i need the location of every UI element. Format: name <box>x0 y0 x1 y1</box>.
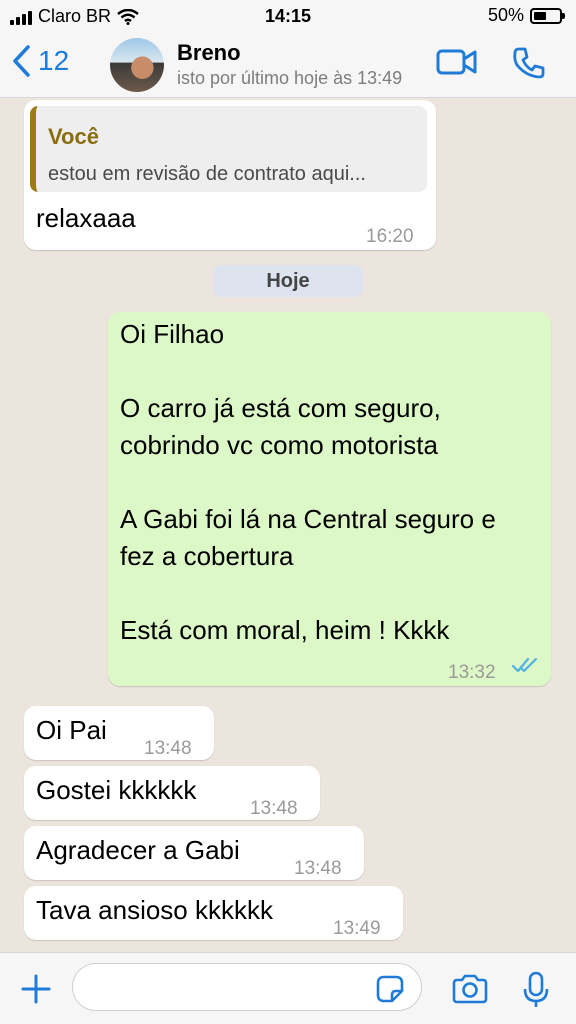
message-text: Agradecer a Gabi <box>36 835 240 865</box>
message-time: 16:20 <box>366 226 414 247</box>
quote-text: estou em revisão de contrato aqui... <box>48 163 366 185</box>
message-line: O carro já está com seguro, <box>120 393 441 423</box>
incoming-message[interactable]: Agradecer a Gabi 13:48 <box>24 826 364 880</box>
phone-call-icon[interactable] <box>512 46 546 80</box>
message-line: cobrindo vc como motorista <box>120 430 438 460</box>
message-time: 13:48 <box>250 798 298 819</box>
battery-percent: 50% <box>487 5 524 25</box>
double-check-icon <box>511 657 538 673</box>
plus-icon[interactable] <box>20 973 52 1005</box>
sticker-icon[interactable] <box>374 973 406 1005</box>
unread-count: 12 <box>38 45 70 76</box>
message-list[interactable]: Você estou em revisão de contrato aqui..… <box>0 98 576 952</box>
message-text: Oi Pai <box>36 715 107 745</box>
status-right: 50% <box>487 5 565 26</box>
composer-bar <box>0 952 576 1024</box>
quote-author: Você <box>48 124 99 149</box>
incoming-message[interactable]: Você estou em revisão de contrato aqui..… <box>24 100 436 250</box>
message-text: Tava ansioso kkkkkk <box>36 895 273 925</box>
video-call-icon[interactable] <box>436 46 478 78</box>
battery-fill <box>534 11 546 20</box>
contact-name[interactable]: Breno <box>177 40 241 66</box>
message-time: 13:48 <box>294 858 342 879</box>
date-separator: Hoje <box>213 265 363 297</box>
status-bar: Claro BR 14:15 50% <box>0 0 576 32</box>
message-time: 13:32 <box>448 662 496 683</box>
reply-quote[interactable]: Você estou em revisão de contrato aqui..… <box>30 106 427 192</box>
chat-header: 12 Breno isto por último hoje às 13:49 <box>0 32 576 98</box>
back-button[interactable]: 12 <box>10 44 69 78</box>
camera-icon[interactable] <box>451 973 489 1005</box>
message-time: 13:48 <box>144 738 192 759</box>
message-line: A Gabi foi lá na Central seguro e <box>120 504 496 534</box>
chevron-left-icon <box>13 45 30 77</box>
microphone-icon[interactable] <box>522 971 550 1009</box>
message-text: relaxaaa <box>36 203 136 233</box>
message-line: Está com moral, heim ! Kkkk <box>120 615 450 645</box>
battery-icon <box>530 7 565 24</box>
message-time: 13:49 <box>333 918 381 939</box>
incoming-message[interactable]: Gostei kkkkkk 13:48 <box>24 766 320 820</box>
outgoing-message[interactable]: Oi Filhao O carro já está com seguro, co… <box>108 312 551 686</box>
message-line: fez a cobertura <box>120 541 294 571</box>
last-seen: isto por último hoje às 13:49 <box>177 68 403 88</box>
avatar[interactable] <box>110 38 164 92</box>
message-line: Oi Filhao <box>120 319 225 349</box>
incoming-message[interactable]: Oi Pai 13:48 <box>24 706 214 760</box>
message-input[interactable] <box>72 963 422 1011</box>
message-text: Gostei kkkkkk <box>36 775 197 805</box>
incoming-message[interactable]: Tava ansioso kkkkkk 13:49 <box>24 886 403 940</box>
